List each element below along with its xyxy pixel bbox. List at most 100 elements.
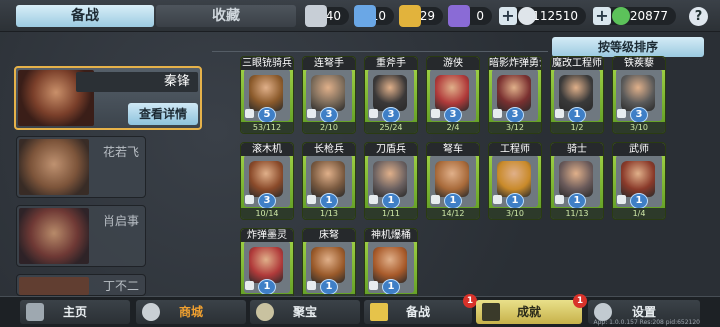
unit-level-badge: 3 [444,107,462,123]
unit-card-name: 重斧手 [365,57,417,70]
unit-card[interactable]: 重斧手 3 25/24 [364,56,418,134]
nav-home[interactable]: 主页 [20,300,130,324]
hero-list-name: 肖启事 [102,214,139,228]
unit-figure [373,247,407,283]
hero-list-item[interactable]: 花若飞 [16,136,146,198]
unit-card-name: 弩车 [427,143,479,156]
unit-card[interactable]: 暗影炸弹勇士 33/12 [488,56,542,134]
blue-shield-icon [354,5,376,27]
unit-card-name: 游侠 [427,57,479,70]
resource-purple: 0 [448,5,492,27]
unit-figure [311,161,345,197]
nav-shop-label: 商城 [178,305,203,319]
unit-card[interactable]: 三眼铳骑兵 5 53/112 [240,56,294,134]
unit-level-badge: 1 [506,193,524,209]
unit-figure [249,161,283,197]
unit-type-icon [369,195,378,204]
nav-shop[interactable]: 商城 [136,300,246,324]
unit-card-name: 骑士 [551,143,603,156]
achievement-icon [482,303,500,321]
unit-type-icon [431,109,440,118]
unit-card[interactable]: 弩车 1 14/12 [426,142,480,220]
unit-card-name: 滚木机 [241,143,293,156]
unit-card[interactable]: 铁蒺藜 3 3/10 [612,56,666,134]
nav-prepare[interactable]: 备战 1 [364,294,477,324]
unit-figure [249,75,283,111]
unit-card[interactable]: 连弩手 3 2/10 [302,56,356,134]
unit-card[interactable]: 武师 1 1/4 [612,142,666,220]
unit-progress: 53/112 [241,122,293,133]
nav-treasure[interactable]: 聚宝 [250,300,360,324]
unit-figure [311,75,345,111]
unit-card-name: 武师 [613,143,665,156]
nav-achievements[interactable]: 成就 1 [476,294,587,324]
unit-card[interactable]: 滚木机 3 10/14 [240,142,294,220]
unit-card[interactable]: 神机爆桶10/2 [364,228,418,306]
gem-icon [612,7,630,25]
home-icon [26,303,44,321]
treasure-icon [256,303,274,321]
unit-figure [373,75,407,111]
unit-progress: 3/12 [489,122,541,133]
unit-card[interactable]: 炸弹墨灵10/3 [240,228,294,306]
unit-card[interactable]: 骑士 1 11/13 [550,142,604,220]
unit-type-icon [493,195,502,204]
hero-face [19,208,89,264]
unit-type-icon [493,109,502,118]
resource-silver: 40 [305,5,349,27]
unit-type-icon [431,195,440,204]
unit-level-badge: 1 [382,279,400,295]
unit-card[interactable]: 工程师 1 3/10 [488,142,542,220]
gem-value: 20877 [629,9,668,23]
hero-name: 秦锋 [76,72,198,92]
unit-card-name: 长枪兵 [303,143,355,156]
unit-card[interactable]: 床弩10/2 [302,228,356,306]
unit-type-icon [245,195,254,204]
unit-level-badge: 3 [258,193,276,209]
gold-shield-icon [399,5,421,27]
unit-level-badge: 1 [320,193,338,209]
unit-card[interactable]: 魔改工程师 1 1/2 [550,56,604,134]
unit-card[interactable]: 刀盾兵 1 1/11 [364,142,418,220]
unit-progress: 1/11 [365,208,417,219]
divider [212,51,548,52]
unit-progress: 2/10 [303,122,355,133]
hero-list-item[interactable]: 肖启事 [16,205,146,267]
unit-figure [249,247,283,283]
tab-collection[interactable]: 收藏 [156,5,296,27]
resource-gold-value: 29 [419,9,435,23]
unit-figure [621,161,655,197]
unit-level-badge: 1 [382,193,400,209]
help-button[interactable]: ? [689,7,708,26]
unit-card[interactable]: 游侠 3 2/4 [426,56,480,134]
unit-card[interactable]: 长枪兵 1 1/13 [302,142,356,220]
unit-card-name: 魔改工程师 [551,57,603,70]
hero-list-item[interactable]: 丁不二 [16,274,146,296]
notification-badge: 1 [463,294,477,308]
nav-treasure-label: 聚宝 [292,305,317,319]
top-bar: 备战 收藏 40 10 29 0 + 112510 + 20877 ? [0,0,720,32]
gem-counter: + 20877 [593,7,676,25]
resource-gold: 29 [399,5,443,27]
unit-figure [373,161,407,197]
sort-by-level-button[interactable]: 按等级排序 [552,37,704,57]
unit-progress: 14/12 [427,208,479,219]
unit-type-icon [555,109,564,118]
coin-value: 112510 [532,9,578,23]
unit-card-name: 刀盾兵 [365,143,417,156]
resource-silver-value: 40 [325,9,341,23]
add-gems-button[interactable]: + [593,7,611,25]
shop-icon [142,303,160,321]
unit-type-icon [369,109,378,118]
hero-selected-card[interactable]: 秦锋 查看详情 [14,66,202,130]
tab-prepare[interactable]: 备战 [16,5,154,27]
add-coins-button[interactable]: + [499,7,517,25]
cards-icon [370,303,388,321]
unit-figure [435,75,469,111]
unit-progress: 1/4 [613,208,665,219]
unit-type-icon [307,281,316,290]
unit-card-name: 三眼铳骑兵 [241,57,293,70]
coin-counter: + 112510 [499,7,586,25]
view-details-button[interactable]: 查看详情 [128,103,198,125]
nav-home-label: 主页 [62,305,87,319]
